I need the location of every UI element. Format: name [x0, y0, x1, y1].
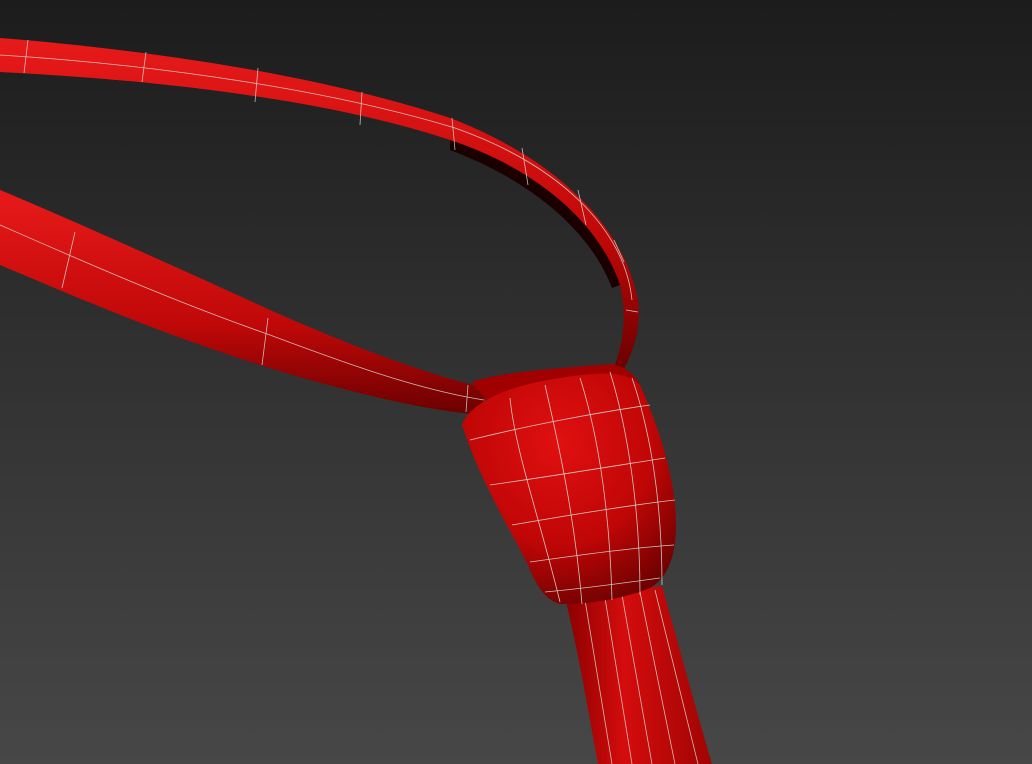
tie-mesh[interactable] [0, 0, 1032, 764]
tie-blade [565, 586, 712, 764]
tie-knot [462, 364, 676, 605]
lower-strap [0, 190, 485, 415]
neck-loop-strap [0, 38, 639, 372]
3d-viewport[interactable] [0, 0, 1032, 764]
